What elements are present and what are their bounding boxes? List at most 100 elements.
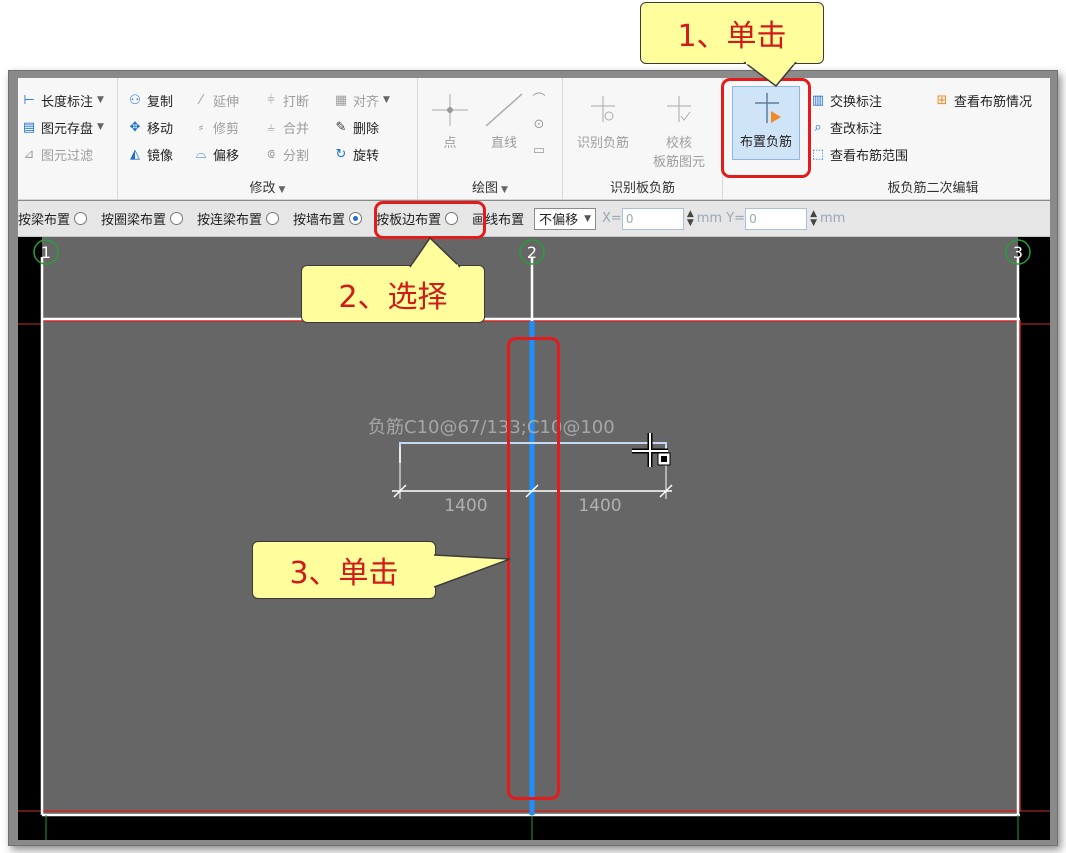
dimension-icon: ⊢ bbox=[23, 92, 35, 108]
eraser-icon: ✎ bbox=[335, 119, 347, 135]
modify-label-button[interactable]: ⌕ 查改标注 bbox=[809, 115, 882, 139]
length-dimension-button[interactable]: ⊢ 长度标注 ▼ bbox=[20, 88, 104, 112]
identify-group-title: 识别板负筋 bbox=[609, 181, 675, 196]
option-by-beam-label: 按梁布置 bbox=[18, 213, 71, 228]
split-label: 分割 bbox=[283, 148, 310, 164]
draw-group-label: 绘图 ▼ bbox=[418, 177, 562, 196]
rotate-label: 旋转 bbox=[353, 148, 380, 164]
radio-by-wall[interactable] bbox=[266, 212, 280, 225]
offset-select-value: 不偏移 bbox=[539, 213, 579, 228]
chevron-down-icon: ▼ bbox=[383, 95, 390, 105]
ribbon-toolbar: ⊢ 长度标注 ▼ ▤ 图元存盘 ▼ ⊿ 图元过滤 ⚇ 复制 ⁄ 延伸 ⫩ 打断 … bbox=[18, 78, 1050, 200]
trim-icon: ⸗ bbox=[198, 120, 204, 135]
point-label: 点 bbox=[443, 136, 457, 151]
extend-button[interactable]: ⁄ 延伸 bbox=[192, 88, 239, 112]
break-button[interactable]: ⫩ 打断 bbox=[262, 88, 309, 112]
mirror-label: 镜像 bbox=[147, 148, 174, 164]
copy-icon: ⚇ bbox=[129, 92, 141, 108]
filter-icon: ⊿ bbox=[23, 146, 35, 162]
x-coordinate-label: X= bbox=[602, 211, 622, 226]
save-element-button[interactable]: ▤ 图元存盘 ▼ bbox=[20, 115, 104, 139]
dim-value-left: 1400 bbox=[444, 496, 487, 516]
chevron-down-icon: ▼ bbox=[97, 95, 104, 105]
placement-options-bar: 按梁布置 按圈梁布置 按连梁布置 按墙布置 按板边布置 画线布置 不偏移 ▼ X… bbox=[18, 201, 1050, 237]
callout-step2-pointer bbox=[409, 236, 461, 268]
view-layout-button[interactable]: ⊞ 查看布筋情况 bbox=[933, 88, 1032, 112]
offset-select[interactable]: 不偏移 ▼ bbox=[534, 207, 597, 230]
merge-label: 合并 bbox=[283, 121, 310, 137]
extend-icon: ⁄ bbox=[199, 92, 203, 108]
offset-button[interactable]: ⌓ 偏移 bbox=[192, 142, 239, 166]
option-by-beam[interactable]: 按梁布置 bbox=[18, 209, 93, 228]
split-button[interactable]: ⟃ 分割 bbox=[262, 142, 309, 166]
radio-by-link-beam[interactable] bbox=[170, 212, 184, 225]
rotate-icon: ↻ bbox=[335, 146, 347, 162]
identify-neg-rebar-button[interactable]: 识别负筋 bbox=[571, 88, 635, 170]
layout-grid-icon: ⊞ bbox=[936, 92, 948, 108]
axis-label-2: 2 bbox=[527, 243, 537, 262]
line-button[interactable]: 直线 bbox=[472, 88, 536, 170]
modify-label: 查改标注 bbox=[830, 121, 883, 137]
check-rebar-element-button[interactable]: 校核 板筋图元 bbox=[647, 88, 711, 170]
mirror-button[interactable]: ◭ 镜像 bbox=[126, 142, 173, 166]
trim-label: 修剪 bbox=[213, 121, 240, 137]
axis-label-1: 1 bbox=[41, 243, 51, 262]
length-dimension-label: 长度标注 bbox=[41, 94, 94, 110]
merge-button[interactable]: ⫨ 合并 bbox=[262, 115, 309, 139]
callout-step3-pointer bbox=[434, 554, 511, 588]
element-filter-button[interactable]: ⊿ 图元过滤 bbox=[20, 142, 93, 166]
y-coordinate-label: mm Y= bbox=[696, 211, 746, 226]
y-spinner-icon[interactable]: ▲ ▼ bbox=[810, 209, 817, 228]
x-coordinate-input[interactable]: 0 bbox=[621, 207, 684, 230]
trim-button[interactable]: ⸗ 修剪 bbox=[192, 115, 239, 139]
extend-label: 延伸 bbox=[213, 94, 240, 110]
mirror-icon: ◭ bbox=[130, 146, 140, 162]
check-rebar-icon bbox=[647, 88, 711, 132]
chevron-down-icon: ▼ bbox=[584, 213, 592, 224]
option-by-wall-label: 按墙布置 bbox=[293, 213, 346, 228]
unit-label: mm bbox=[819, 211, 846, 226]
draw-group-title: 绘图 bbox=[472, 181, 499, 196]
arc-icon: ⌒ bbox=[532, 92, 546, 108]
callout-step2-box: 2、选择 bbox=[301, 265, 485, 323]
callout-step3-box: 3、单击 bbox=[252, 541, 436, 599]
move-label: 移动 bbox=[147, 121, 174, 137]
swap-label-button[interactable]: ▥ 交换标注 bbox=[809, 88, 882, 112]
line-label: 直线 bbox=[490, 136, 517, 151]
view-range-button[interactable]: ⬚ 查看布筋范围 bbox=[809, 142, 908, 166]
arc-button[interactable]: ⌒ bbox=[530, 86, 551, 110]
option-by-wall[interactable]: 按墙布置 bbox=[293, 209, 368, 228]
ribbon-group-modify: ⚇ 复制 ⁄ 延伸 ⫩ 打断 ▦ 对齐 ▼ ✥ 移动 ⸗ 修剪 ⫨ 合并 ✎ 删… bbox=[118, 78, 418, 199]
merge-icon: ⫨ bbox=[267, 119, 275, 135]
callout-step3-text: 3、单击 bbox=[289, 556, 399, 591]
circle-icon: ⊙ bbox=[533, 116, 545, 132]
element-filter-label: 图元过滤 bbox=[41, 148, 94, 164]
align-label: 对齐 bbox=[353, 94, 380, 110]
radio-by-ring-beam[interactable] bbox=[74, 212, 88, 225]
rotate-button[interactable]: ↻ 旋转 bbox=[332, 142, 379, 166]
x-spinner-icon[interactable]: ▲ ▼ bbox=[687, 209, 694, 228]
rectangle-button[interactable]: ▭ bbox=[530, 138, 551, 162]
align-button[interactable]: ▦ 对齐 ▼ bbox=[332, 88, 390, 112]
highlight-selected-edge bbox=[507, 337, 560, 800]
option-by-link-beam-label: 按连梁布置 bbox=[197, 213, 263, 228]
modify-group-label: 修改 ▼ bbox=[118, 177, 417, 196]
copy-button[interactable]: ⚇ 复制 bbox=[126, 88, 173, 112]
copy-label: 复制 bbox=[147, 94, 174, 110]
identify-group-label: 识别板负筋 bbox=[563, 177, 722, 196]
rebar-label: 负筋C10@67/133;C10@100 bbox=[368, 417, 615, 438]
secondary-edit-group-title: 板负筋二次编辑 bbox=[887, 181, 979, 196]
offset-label: 偏移 bbox=[213, 148, 240, 164]
move-icon: ✥ bbox=[129, 119, 141, 135]
check-label-2: 板筋图元 bbox=[652, 155, 705, 170]
y-coordinate-input[interactable]: 0 bbox=[745, 207, 808, 230]
option-by-ring-beam[interactable]: 按圈梁布置 bbox=[101, 209, 189, 228]
split-icon: ⟃ bbox=[267, 146, 275, 162]
circle-button[interactable]: ⊙ bbox=[530, 112, 551, 136]
delete-button[interactable]: ✎ 删除 bbox=[332, 115, 379, 139]
option-by-link-beam[interactable]: 按连梁布置 bbox=[197, 209, 285, 228]
identify-rebar-icon bbox=[571, 88, 635, 132]
radio-by-slab-edge[interactable] bbox=[349, 212, 363, 225]
move-button[interactable]: ✥ 移动 bbox=[126, 115, 173, 139]
check-label-1: 校核 bbox=[665, 136, 692, 151]
